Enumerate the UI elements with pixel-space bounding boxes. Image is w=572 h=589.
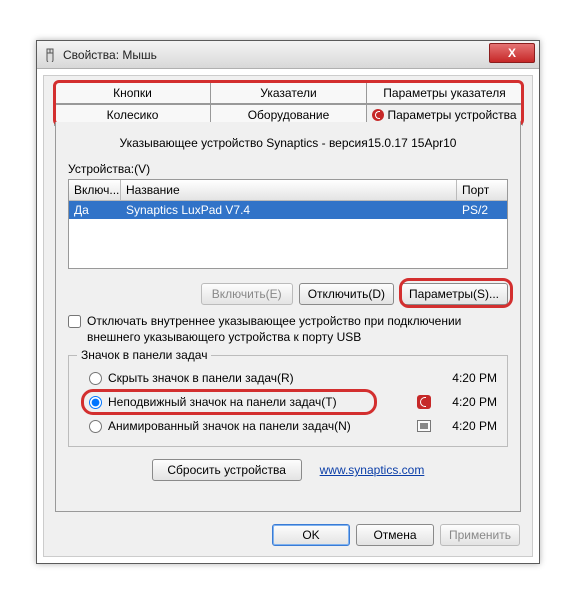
tray-preview-none-icon [415, 371, 433, 385]
tray-group-legend: Значок в панели задач [77, 348, 211, 362]
radio-static-label[interactable]: Неподвижный значок на панели задач(T) [108, 395, 415, 409]
radio-hide[interactable] [89, 372, 102, 385]
cell-enabled: Да [69, 201, 121, 219]
cell-port: PS/2 [457, 201, 507, 219]
time-anim: 4:20 PM [441, 419, 497, 433]
tray-icon-group: Значок в панели задач Скрыть значок в па… [68, 355, 508, 447]
radio-anim-row: Анимированный значок на панели задач(N) … [79, 414, 497, 438]
ok-button[interactable]: OK [272, 524, 350, 546]
reset-button[interactable]: Сбросить устройства [152, 459, 302, 481]
synaptics-link[interactable]: www.synaptics.com [320, 463, 425, 477]
close-button[interactable]: X [489, 43, 535, 63]
radio-anim-label[interactable]: Анимированный значок на панели задач(N) [108, 419, 415, 433]
tray-preview-anim-icon [415, 419, 433, 433]
cancel-button[interactable]: Отмена [356, 524, 434, 546]
titlebar[interactable]: Свойства: Мышь X [37, 41, 539, 69]
tab-pointer-options[interactable]: Параметры указателя [366, 82, 523, 104]
tab-buttons[interactable]: Кнопки [54, 82, 211, 104]
settings-button[interactable]: Параметры(S)... [400, 283, 508, 305]
device-buttons-row: Включить(E) Отключить(D) Параметры(S)... [68, 283, 508, 305]
dialog-window: Свойства: Мышь X Кнопки Указатели Параме… [36, 40, 540, 564]
disable-internal-row: Отключать внутреннее указывающее устройс… [68, 313, 508, 345]
devices-table[interactable]: Включ... Название Порт Да Synaptics LuxP… [68, 179, 508, 269]
tab-pointers[interactable]: Указатели [210, 82, 367, 104]
table-row[interactable]: Да Synaptics LuxPad V7.4 PS/2 [69, 201, 507, 219]
close-icon: X [508, 46, 516, 60]
enable-button: Включить(E) [201, 283, 293, 305]
radio-anim[interactable] [89, 420, 102, 433]
radio-static-row: Неподвижный значок на панели задач(T) 4:… [79, 390, 497, 414]
tray-preview-static-icon [415, 395, 433, 409]
cell-name: Synaptics LuxPad V7.4 [121, 201, 457, 219]
col-name[interactable]: Название [121, 180, 457, 200]
col-enabled[interactable]: Включ... [69, 180, 121, 200]
window-title: Свойства: Мышь [63, 48, 157, 62]
mouse-icon [43, 48, 57, 62]
radio-static[interactable] [89, 396, 102, 409]
driver-version-text: Указывающее устройство Synaptics - верси… [68, 136, 508, 150]
tab-strip: Кнопки Указатели Параметры указателя Кол… [54, 82, 522, 126]
apply-button: Применить [440, 524, 520, 546]
time-hide: 4:20 PM [441, 371, 497, 385]
time-static: 4:20 PM [441, 395, 497, 409]
tab-panel: Указывающее устройство Synaptics - верси… [55, 122, 521, 512]
tab-label: Параметры устройства [387, 108, 516, 122]
col-port[interactable]: Порт [457, 180, 507, 200]
disable-button[interactable]: Отключить(D) [299, 283, 394, 305]
client-area: Кнопки Указатели Параметры указателя Кол… [43, 75, 533, 557]
synaptics-icon [372, 109, 384, 121]
disable-internal-checkbox[interactable] [68, 315, 81, 328]
radio-hide-row: Скрыть значок в панели задач(R) 4:20 PM [79, 366, 497, 390]
table-header: Включ... Название Порт [69, 180, 507, 201]
reset-row: Сбросить устройства www.synaptics.com [68, 459, 508, 481]
dialog-buttons: OK Отмена Применить [272, 524, 520, 546]
radio-hide-label[interactable]: Скрыть значок в панели задач(R) [108, 371, 415, 385]
disable-internal-label[interactable]: Отключать внутреннее указывающее устройс… [87, 313, 508, 345]
devices-label: Устройства:(V) [68, 162, 508, 176]
